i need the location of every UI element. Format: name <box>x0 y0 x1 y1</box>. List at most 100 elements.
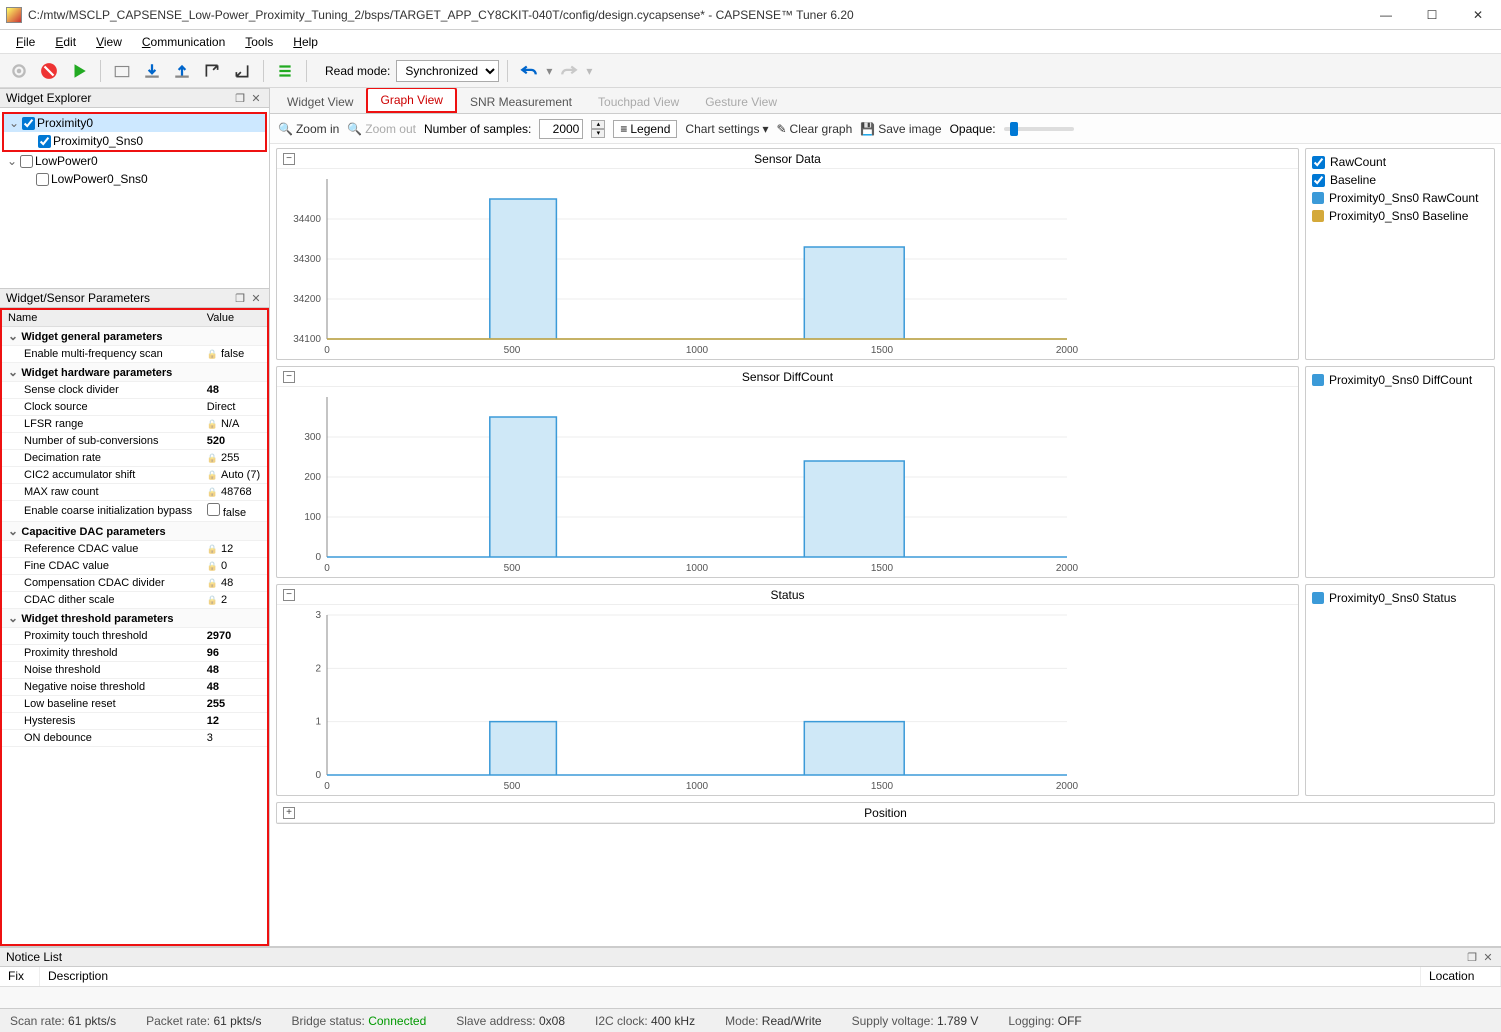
tab-graph-view[interactable]: Graph View <box>366 88 456 113</box>
collapse-icon[interactable]: − <box>283 589 295 601</box>
param-value[interactable]: false <box>201 501 267 522</box>
param-name: Clock source <box>2 399 201 416</box>
spin-down[interactable]: ▾ <box>591 129 605 138</box>
export-icon[interactable] <box>199 58 225 84</box>
svg-text:1500: 1500 <box>871 345 894 356</box>
tree-checkbox[interactable] <box>20 155 33 168</box>
opaque-slider[interactable] <box>1004 127 1074 131</box>
param-value[interactable]: 3 <box>201 730 267 747</box>
minimize-button[interactable]: — <box>1363 0 1409 30</box>
undock-icon[interactable]: ❐ <box>233 91 247 105</box>
gear-icon[interactable] <box>6 58 32 84</box>
param-value[interactable]: 12 <box>201 713 267 730</box>
svg-text:300: 300 <box>304 432 321 443</box>
stop-icon[interactable] <box>36 58 62 84</box>
view-tabs: Widget View Graph View SNR Measurement T… <box>270 88 1501 114</box>
menu-file[interactable]: File <box>8 33 43 51</box>
legend-button[interactable]: ≡Legend <box>613 120 677 138</box>
import-icon[interactable] <box>229 58 255 84</box>
param-value[interactable]: 48 <box>201 679 267 696</box>
close-panel-icon[interactable]: ✕ <box>249 291 263 305</box>
param-value[interactable]: 48 <box>201 575 267 592</box>
param-value[interactable]: 48 <box>201 662 267 679</box>
close-panel-icon[interactable]: ✕ <box>249 91 263 105</box>
param-name: Negative noise threshold <box>2 679 201 696</box>
param-value[interactable]: 255 <box>201 450 267 467</box>
save-image-button[interactable]: 💾Save image <box>860 122 941 136</box>
tab-gesture[interactable]: Gesture View <box>692 90 790 113</box>
upload-icon[interactable] <box>169 58 195 84</box>
tree-checkbox[interactable] <box>22 117 35 130</box>
param-value[interactable]: 0 <box>201 558 267 575</box>
param-group[interactable]: ⌄ Widget hardware parameters <box>2 363 267 382</box>
undock-icon[interactable]: ❐ <box>1465 950 1479 964</box>
param-value[interactable]: Direct <box>201 399 267 416</box>
menu-edit[interactable]: Edit <box>47 33 84 51</box>
param-name: Fine CDAC value <box>2 558 201 575</box>
svg-text:500: 500 <box>504 345 521 356</box>
maximize-button[interactable]: ☐ <box>1409 0 1455 30</box>
param-name: Enable coarse initialization bypass <box>2 501 201 522</box>
play-icon[interactable] <box>66 58 92 84</box>
tab-widget-view[interactable]: Widget View <box>274 90 366 113</box>
close-button[interactable]: ✕ <box>1455 0 1501 30</box>
num-samples-input[interactable] <box>539 119 583 139</box>
undock-icon[interactable]: ❐ <box>233 291 247 305</box>
param-group[interactable]: ⌄ Widget general parameters <box>2 327 267 346</box>
tree-item-lowpower0[interactable]: ⌄ LowPower0 <box>2 152 267 170</box>
param-value[interactable]: 96 <box>201 645 267 662</box>
param-value[interactable]: 2 <box>201 592 267 609</box>
collapse-icon[interactable]: − <box>283 371 295 383</box>
clear-graph-button[interactable]: ✎Clear graph <box>776 122 852 136</box>
param-value[interactable]: N/A <box>201 416 267 433</box>
close-panel-icon[interactable]: ✕ <box>1481 950 1495 964</box>
menu-communication[interactable]: Communication <box>134 33 233 51</box>
menu-help[interactable]: Help <box>285 33 326 51</box>
chart-settings-button[interactable]: Chart settings ▾ <box>685 122 768 136</box>
zoom-out-button[interactable]: 🔍Zoom out <box>347 122 416 136</box>
param-group[interactable]: ⌄ Capacitive DAC parameters <box>2 522 267 541</box>
svg-text:0: 0 <box>315 552 321 563</box>
tree-item-proximity0[interactable]: ⌄ Proximity0 <box>4 114 265 132</box>
redo-icon[interactable] <box>556 58 582 84</box>
chart-legend: Proximity0_Sns0 Status <box>1305 584 1495 796</box>
param-name: LFSR range <box>2 416 201 433</box>
param-group[interactable]: ⌄ Widget threshold parameters <box>2 609 267 628</box>
undo-icon[interactable] <box>516 58 542 84</box>
param-value[interactable]: 255 <box>201 696 267 713</box>
tree-item-lowpower0-sns0[interactable]: LowPower0_Sns0 <box>2 170 267 188</box>
main-toolbar: Read mode: Synchronized ▾ ▾ <box>0 54 1501 88</box>
list-icon[interactable] <box>272 58 298 84</box>
num-samples-label: Number of samples: <box>424 122 531 136</box>
param-value[interactable]: 520 <box>201 433 267 450</box>
tree-checkbox[interactable] <box>36 173 49 186</box>
param-name: Decimation rate <box>2 450 201 467</box>
svg-text:1000: 1000 <box>686 781 709 792</box>
tree-item-proximity0-sns0[interactable]: Proximity0_Sns0 <box>4 132 265 150</box>
spin-up[interactable]: ▴ <box>591 120 605 129</box>
param-name: CIC2 accumulator shift <box>2 467 201 484</box>
param-value[interactable]: 2970 <box>201 628 267 645</box>
param-value[interactable]: 12 <box>201 541 267 558</box>
app-icon <box>6 7 22 23</box>
svg-text:2: 2 <box>315 663 321 674</box>
svg-text:34200: 34200 <box>293 294 321 305</box>
param-value[interactable]: Auto (7) <box>201 467 267 484</box>
param-value[interactable]: 48768 <box>201 484 267 501</box>
tree-checkbox[interactable] <box>38 135 51 148</box>
download-icon[interactable] <box>139 58 165 84</box>
param-value[interactable]: false <box>201 346 267 363</box>
param-value[interactable]: 48 <box>201 382 267 399</box>
window-title: C:/mtw/MSCLP_CAPSENSE_Low-Power_Proximit… <box>28 8 1363 22</box>
expand-icon[interactable]: + <box>283 807 295 819</box>
read-mode-select[interactable]: Synchronized <box>396 60 499 82</box>
open-icon[interactable] <box>109 58 135 84</box>
svg-text:200: 200 <box>304 472 321 483</box>
zoom-in-button[interactable]: 🔍Zoom in <box>278 122 339 136</box>
collapse-icon[interactable]: − <box>283 153 295 165</box>
menu-view[interactable]: View <box>88 33 130 51</box>
menu-tools[interactable]: Tools <box>237 33 281 51</box>
tab-touchpad[interactable]: Touchpad View <box>585 90 692 113</box>
param-name: Hysteresis <box>2 713 201 730</box>
tab-snr[interactable]: SNR Measurement <box>457 90 585 113</box>
